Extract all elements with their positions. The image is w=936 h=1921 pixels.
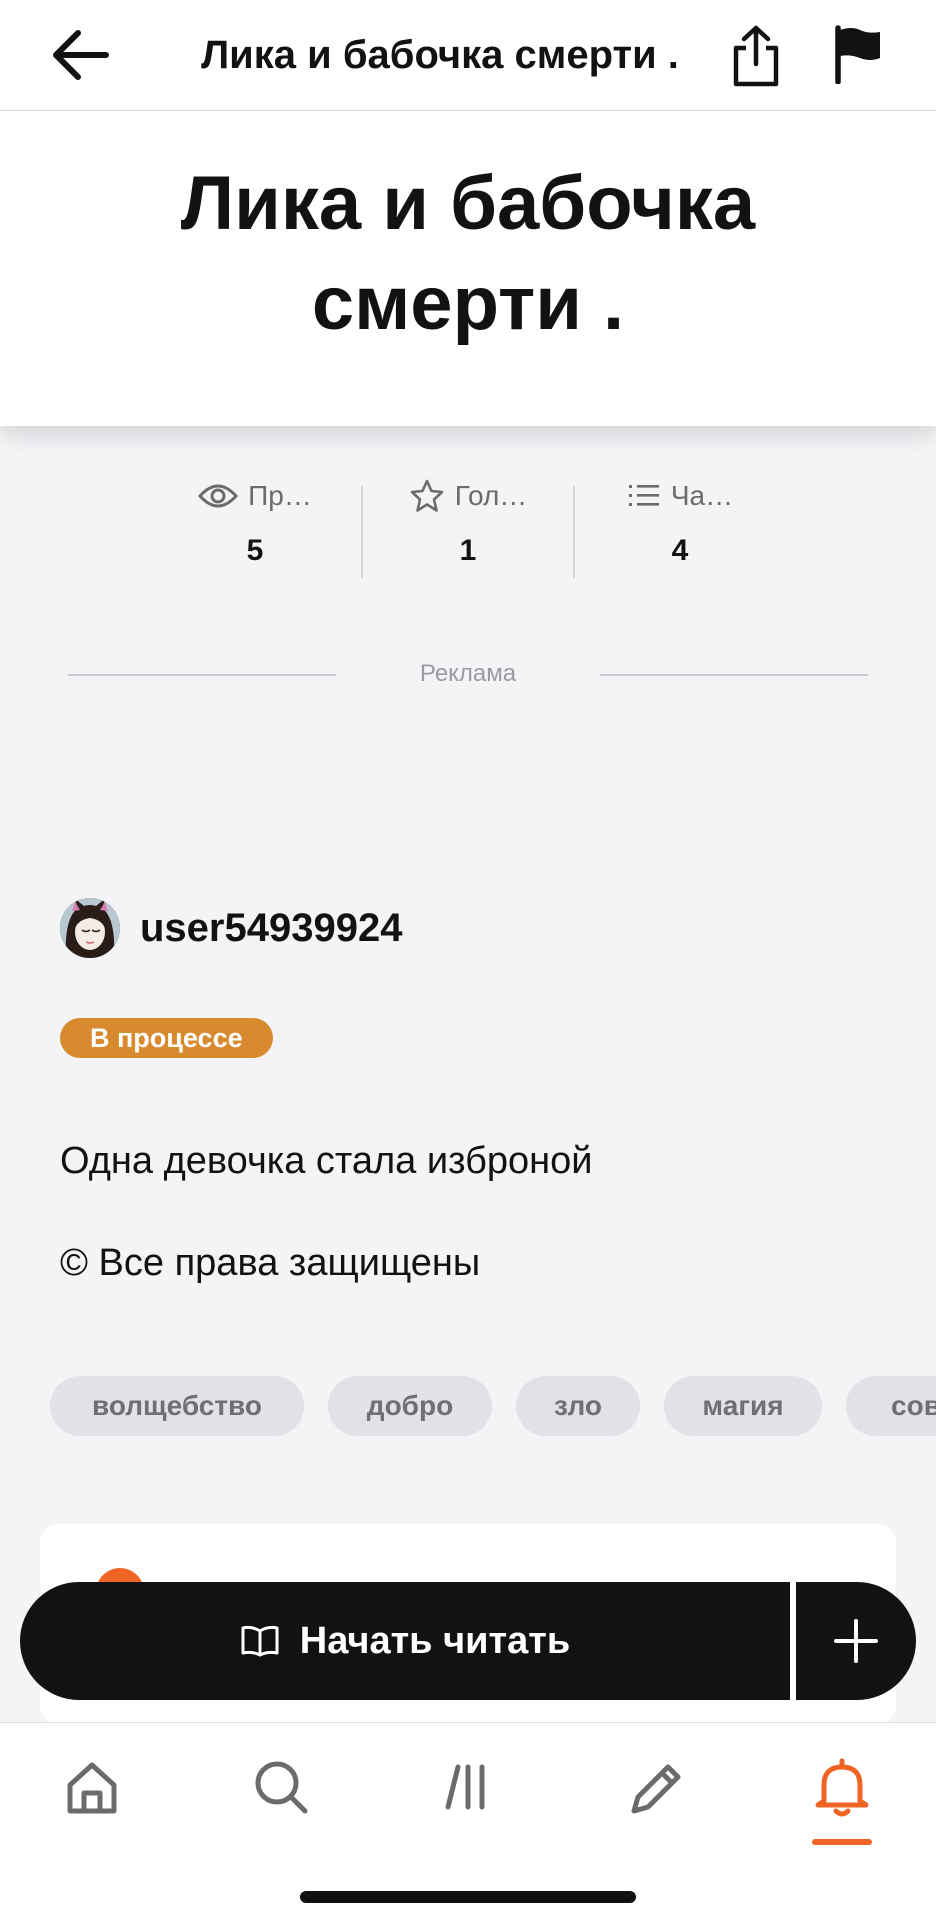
copyright-text: © Все права защищены xyxy=(60,1242,481,1284)
star-icon xyxy=(410,479,444,512)
story-title: Лика и бабочка смерти . xyxy=(180,161,756,346)
tag[interactable]: магия xyxy=(664,1376,822,1436)
stat-parts-value: 4 xyxy=(671,534,689,567)
avatar-image xyxy=(60,898,120,958)
book-icon xyxy=(241,1625,279,1657)
back-button[interactable] xyxy=(48,26,112,84)
read-actions: Начать читать xyxy=(20,1582,916,1700)
nav-home[interactable] xyxy=(56,1751,128,1823)
nav-notifications[interactable] xyxy=(806,1751,878,1823)
story-header: Лика и бабочка смерти . xyxy=(0,110,936,426)
stat-reads-label: Пр… xyxy=(248,480,312,511)
tag-list: волщебство добро зло магия сов xyxy=(0,1376,936,1436)
stat-divider xyxy=(573,486,575,578)
eye-icon xyxy=(198,484,239,508)
start-reading-label: Начать читать xyxy=(299,1619,571,1662)
story-stats: Пр… 5 Гол… 1 Ча… 4 xyxy=(0,476,936,586)
home-icon xyxy=(67,1762,117,1814)
home-indicator xyxy=(300,1891,636,1903)
stat-reads: Пр… 5 xyxy=(155,476,355,586)
divider-line xyxy=(600,674,868,676)
bottom-navigation xyxy=(0,1722,936,1921)
write-icon xyxy=(631,1764,681,1814)
add-to-library-button[interactable] xyxy=(796,1582,916,1700)
top-bar: Лика и бабочка смерти . xyxy=(0,0,936,111)
plus-icon xyxy=(834,1619,878,1663)
stat-votes: Гол… 1 xyxy=(368,476,568,586)
ad-separator: Реклама xyxy=(68,660,868,690)
share-button[interactable] xyxy=(728,24,784,88)
active-tab-indicator xyxy=(812,1839,872,1845)
tag[interactable]: добро xyxy=(328,1376,492,1436)
stat-reads-value: 5 xyxy=(246,534,264,567)
avatar[interactable] xyxy=(60,898,120,958)
share-icon xyxy=(733,25,779,87)
arrow-left-icon xyxy=(53,30,109,80)
stat-parts-label: Ча… xyxy=(670,480,734,511)
top-bar-title: Лика и бабочка смерти . xyxy=(201,33,679,77)
stat-votes-value: 1 xyxy=(459,534,477,567)
story-description: Одна девочка стала изброной xyxy=(60,1140,593,1182)
tag[interactable]: волщебство xyxy=(50,1376,304,1436)
stat-divider xyxy=(361,486,363,578)
nav-search[interactable] xyxy=(245,1751,317,1823)
flag-icon xyxy=(835,25,880,85)
nav-library[interactable] xyxy=(432,1751,504,1823)
nav-write[interactable] xyxy=(620,1751,692,1823)
tag[interactable]: зло xyxy=(516,1376,640,1436)
report-button[interactable] xyxy=(830,24,886,85)
status-badge: В процессе xyxy=(60,1018,273,1058)
notifications-icon xyxy=(815,1758,869,1817)
tag[interactable]: сов xyxy=(846,1376,936,1436)
library-icon xyxy=(445,1764,485,1810)
search-icon xyxy=(255,1761,308,1814)
list-icon xyxy=(628,485,659,506)
stat-parts: Ча… 4 xyxy=(580,476,780,586)
author-name[interactable]: user54939924 xyxy=(140,906,402,951)
start-reading-button[interactable]: Начать читать xyxy=(20,1582,790,1700)
stat-votes-label: Гол… xyxy=(454,480,528,511)
